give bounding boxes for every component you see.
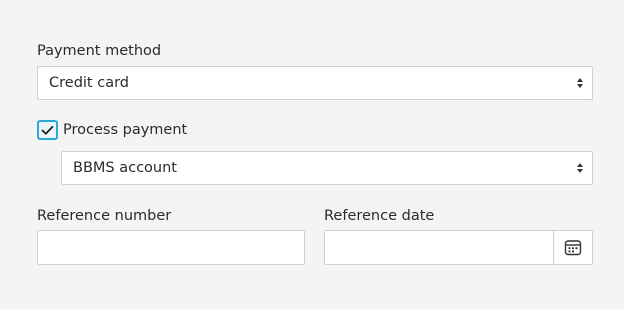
calendar-icon — [564, 240, 582, 256]
reference-number-input[interactable] — [37, 230, 305, 265]
select-arrows-icon — [570, 163, 590, 173]
payment-method-label: Payment method — [37, 43, 162, 59]
calendar-button[interactable] — [553, 231, 592, 264]
payment-method-value: Credit card — [49, 75, 129, 91]
checkmark-icon — [41, 125, 54, 135]
payment-method-select[interactable]: Credit card — [37, 66, 593, 100]
reference-number-label: Reference number — [37, 208, 172, 224]
reference-date-label: Reference date — [324, 208, 435, 224]
process-payment-label[interactable]: Process payment — [63, 121, 187, 139]
process-payment-checkbox[interactable] — [37, 120, 58, 140]
reference-date-input[interactable] — [325, 231, 553, 264]
account-select[interactable]: BBMS account — [61, 151, 593, 185]
account-value: BBMS account — [73, 160, 177, 176]
reference-date-field — [324, 230, 593, 265]
select-arrows-icon — [570, 78, 590, 88]
